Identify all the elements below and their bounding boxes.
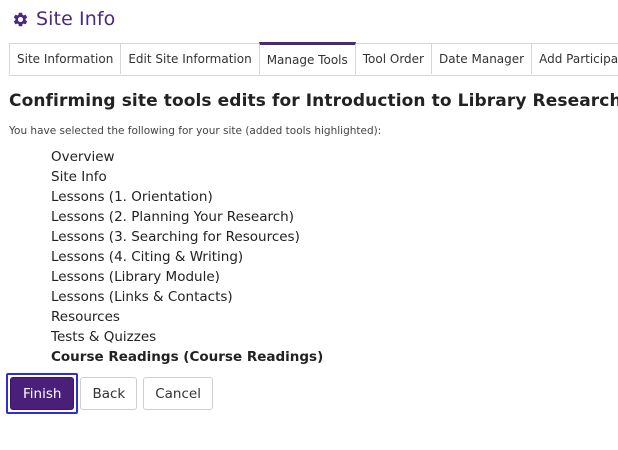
finish-focus-ring: Finish (6, 373, 79, 414)
page-title: Site Info (36, 8, 116, 30)
tool-item: Tests & Quizzes (51, 329, 157, 345)
tool-item: Site Info (51, 169, 107, 185)
tool-item: Overview (51, 149, 115, 165)
tool-item: Lessons (4. Citing & Writing) (51, 249, 244, 265)
action-buttons: Finish Back Cancel (6, 373, 219, 414)
tool-item: Lessons (Links & Contacts) (51, 289, 233, 305)
tool-item: Lessons (Library Module) (51, 269, 220, 285)
intro-text: You have selected the following for your… (9, 125, 382, 137)
tab-tool-order[interactable]: Tool Order (354, 43, 432, 74)
tab-date-manager[interactable]: Date Manager (430, 43, 533, 74)
gear-icon (13, 12, 28, 26)
tool-item: Lessons (3. Searching for Resources) (51, 229, 300, 245)
tab-add-participants[interactable]: Add Participants (531, 43, 618, 74)
confirm-heading: Confirming site tools edits for Introduc… (9, 91, 618, 111)
tab-bar: Site Information Edit Site Information M… (9, 42, 618, 76)
tab-manage-tools[interactable]: Manage Tools (258, 42, 356, 75)
back-button[interactable]: Back (80, 377, 138, 410)
tool-item: Lessons (2. Planning Your Research) (51, 209, 294, 225)
tab-edit-site-information[interactable]: Edit Site Information (120, 43, 260, 74)
page-header: Site Info (12, 6, 115, 32)
finish-button[interactable]: Finish (10, 377, 75, 410)
tab-site-information[interactable]: Site Information (9, 43, 122, 74)
tool-item: Resources (51, 309, 120, 325)
cancel-button[interactable]: Cancel (143, 377, 213, 410)
tool-item-added: Course Readings (Course Readings) (51, 349, 324, 365)
tool-list: Overview Site Info Lessons (1. Orientati… (51, 147, 323, 367)
tool-item: Lessons (1. Orientation) (51, 189, 213, 205)
